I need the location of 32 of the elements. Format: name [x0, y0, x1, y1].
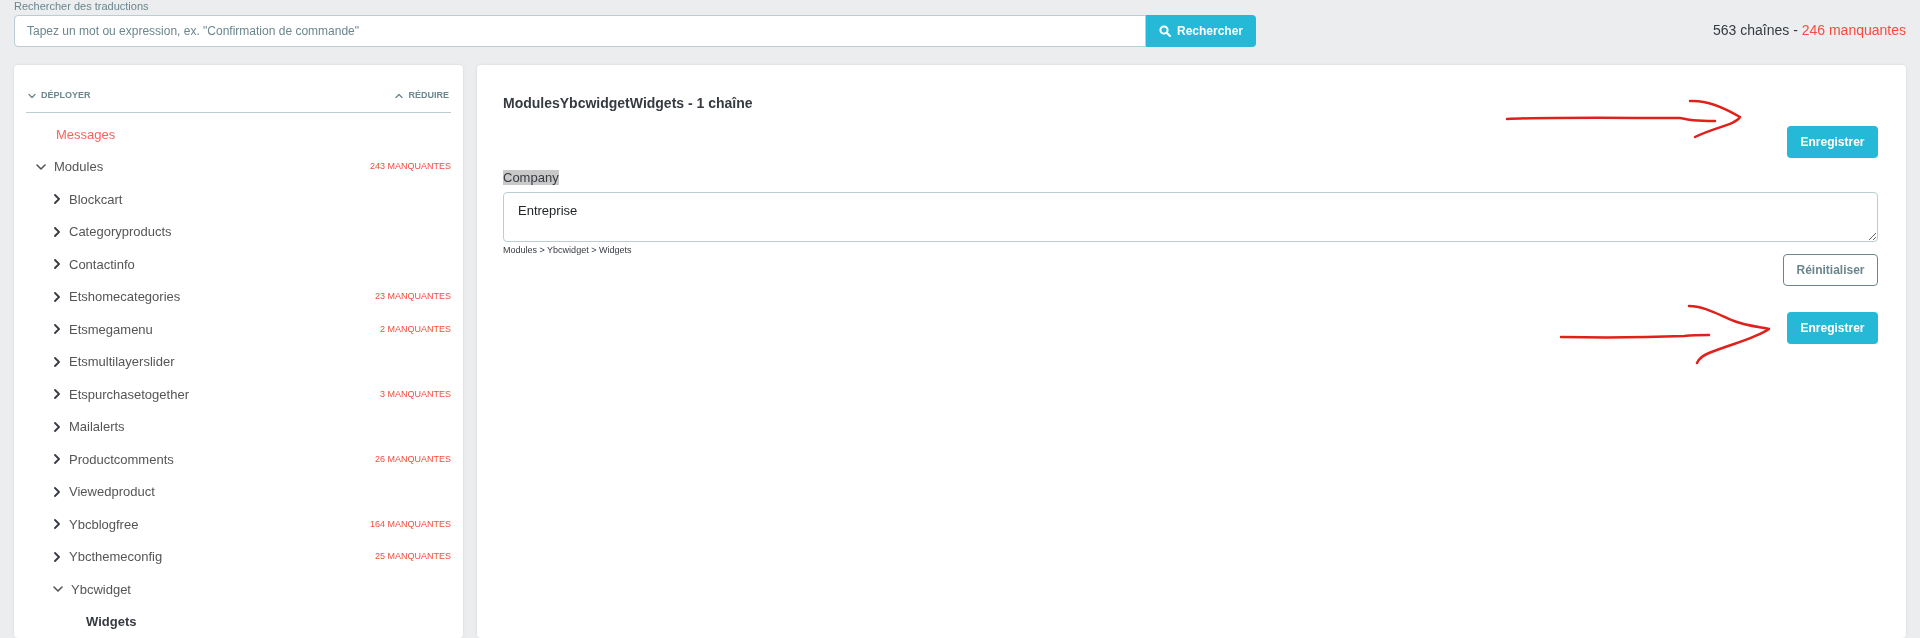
collapse-all-link[interactable]: RÉDUIRE — [395, 88, 449, 103]
field-path: Modules > Ybcwidget > Widgets — [503, 243, 633, 257]
tree-item[interactable]: Contactinfo — [53, 254, 135, 274]
missing-count: 23 MANQUANTES — [374, 290, 451, 303]
tree-item[interactable]: Viewedproduct — [53, 482, 155, 502]
missing-count: 164 MANQUANTES — [369, 517, 451, 531]
tree-item[interactable]: Etspurchasetogether — [53, 384, 189, 404]
tree-item[interactable]: Modules — [36, 157, 104, 177]
field-label: Company — [503, 170, 559, 185]
tree-item[interactable]: Etsmultilayerslider — [53, 352, 175, 372]
tree-item[interactable]: Etshomecategories — [53, 287, 181, 307]
section-title: ModulesYbcwidgetWidgets - 1 chaîne — [503, 94, 754, 113]
tree-item[interactable]: Etsmegamenu — [53, 319, 153, 339]
tree-item[interactable]: Categoryproducts — [53, 222, 172, 242]
missing-count: 243 MANQUANTES — [369, 160, 451, 173]
translation-field[interactable]: Entreprise — [503, 191, 1878, 242]
search-field[interactable]: Tapez un mot ou expression, ex. "Confirmation de commande" — [14, 14, 1146, 47]
expand-all-link[interactable]: DÉPLOYER — [28, 88, 91, 103]
tree-item[interactable]: Ybcthemeconfig — [53, 547, 163, 567]
missing-count: 3 MANQUANTES — [380, 387, 451, 401]
missing-count: 26 MANQUANTES — [374, 452, 451, 466]
missing-count: 2 MANQUANTES — [380, 322, 451, 336]
string-count: 563 chaînes - 246 manquantes — [1712, 21, 1906, 40]
tree-item[interactable]: Ybcwidget — [53, 579, 131, 599]
tree-item[interactable]: Mailalerts — [53, 417, 125, 437]
missing-count: 25 MANQUANTES — [374, 550, 451, 563]
tree-item[interactable]: Productcomments — [53, 449, 174, 469]
reset-button[interactable]: Réinitialiser — [1783, 254, 1878, 286]
search-label: Rechercher des traductions — [14, 0, 150, 12]
tree-item[interactable]: Blockcart — [53, 189, 123, 209]
tree-item[interactable]: Widgets — [70, 612, 137, 632]
tree-item[interactable]: Ybcblogfree — [53, 514, 139, 534]
